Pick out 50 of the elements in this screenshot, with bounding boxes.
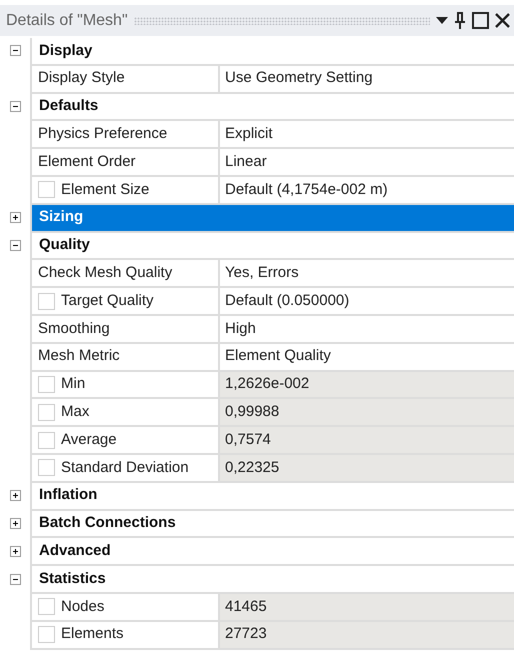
expand-toggle[interactable]: [10, 212, 20, 224]
expand-toggle[interactable]: [10, 490, 20, 502]
checkbox[interactable]: [38, 292, 55, 310]
property-label: Max: [61, 402, 90, 422]
property-value: 1,2626e-002: [220, 372, 514, 400]
section-header[interactable]: Batch Connections: [30, 510, 514, 538]
section-header[interactable]: Sizing: [30, 204, 514, 233]
property-label: Min: [61, 374, 86, 394]
collapse-toggle[interactable]: [10, 45, 20, 56]
expand-toggle[interactable]: [10, 518, 20, 529]
property-label: Mesh Metric: [38, 346, 120, 366]
property-label: Element Order: [38, 152, 136, 172]
dropdown-icon[interactable]: [436, 16, 448, 24]
property-value: 27723: [220, 622, 514, 650]
property-label: Elements: [61, 624, 124, 644]
checkbox[interactable]: [38, 404, 55, 421]
close-icon[interactable]: [495, 13, 510, 28]
collapse-toggle[interactable]: [10, 240, 20, 251]
section-header[interactable]: Statistics: [30, 566, 514, 594]
section-header[interactable]: Quality: [30, 232, 514, 260]
property-label: Check Mesh Quality: [38, 263, 172, 284]
property-value: 0,99988: [220, 399, 514, 428]
property-label: Nodes: [61, 596, 104, 617]
collapse-toggle[interactable]: [10, 574, 20, 585]
checkbox[interactable]: [38, 459, 55, 476]
grip-icon: [134, 16, 430, 24]
expand-toggle[interactable]: [10, 546, 20, 557]
checkbox[interactable]: [38, 626, 55, 644]
checkbox[interactable]: [38, 598, 55, 616]
section-header[interactable]: Display: [30, 38, 514, 66]
maximize-icon[interactable]: [472, 12, 489, 29]
property-label: Target Quality: [61, 290, 154, 311]
checkbox[interactable]: [38, 376, 55, 393]
property-value: 41465: [220, 594, 514, 622]
property-label: Element Size: [61, 180, 150, 200]
section-header[interactable]: Inflation: [30, 482, 514, 511]
property-label: Physics Preference: [38, 124, 168, 144]
pin-icon[interactable]: [454, 12, 466, 30]
property-label: Standard Deviation: [61, 458, 189, 478]
property-value: 0,22325: [220, 454, 514, 483]
collapse-toggle[interactable]: [10, 100, 20, 112]
section-header[interactable]: Advanced: [30, 538, 514, 566]
panel-title: Details of "Mesh": [6, 10, 128, 30]
checkbox[interactable]: [38, 432, 55, 449]
property-label: Display Style: [38, 68, 125, 88]
property-value: 0,7574: [220, 427, 514, 455]
section-header[interactable]: Defaults: [30, 94, 514, 122]
property-label: Average: [61, 430, 117, 450]
checkbox[interactable]: [38, 181, 55, 198]
property-label: Smoothing: [38, 318, 110, 339]
